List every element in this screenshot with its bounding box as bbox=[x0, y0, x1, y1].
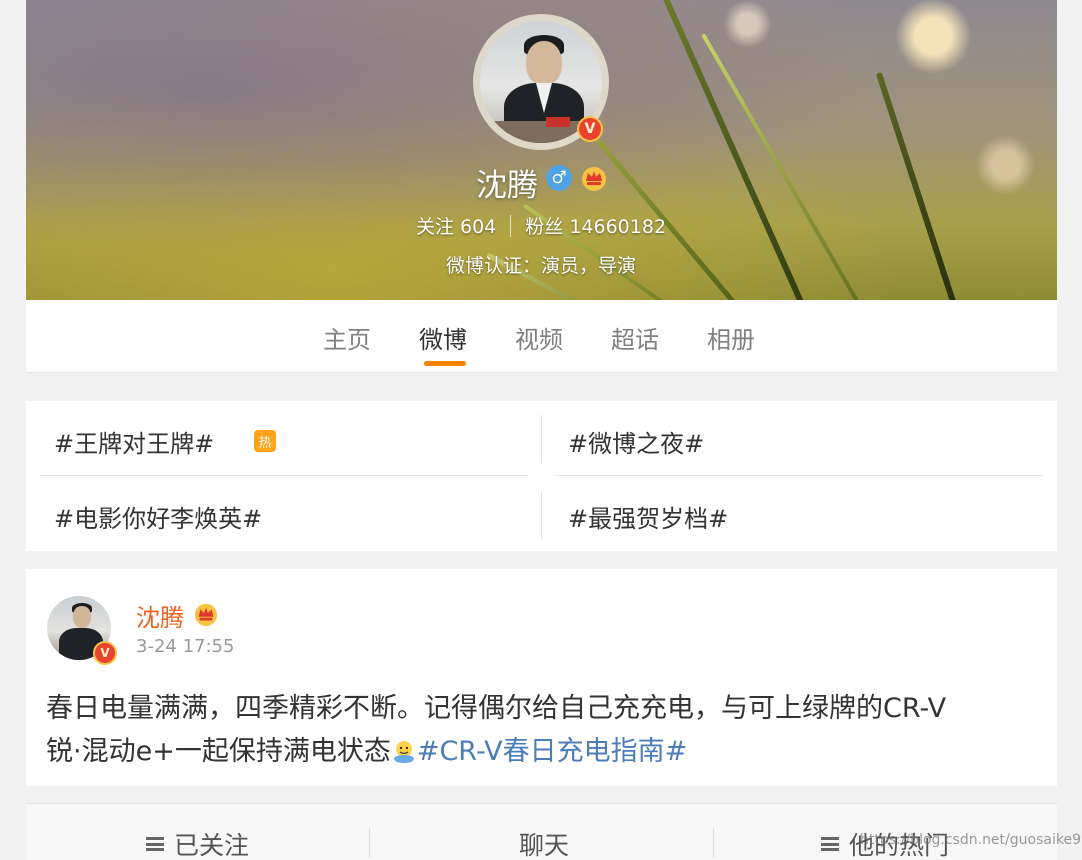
chat-label: 聊天 bbox=[519, 831, 570, 860]
divider bbox=[369, 828, 370, 858]
post-content: 春日电量满满，四季精彩不断。记得偶尔给自己充充电，与可上绿牌的CR-V 锐·混动… bbox=[46, 687, 1046, 773]
tab-video[interactable]: 视频 bbox=[515, 320, 563, 355]
follow-count: 604 bbox=[460, 216, 497, 238]
post-topic-link[interactable]: #CR-V春日充电指南# bbox=[417, 736, 687, 767]
tab-weibo[interactable]: 微博 bbox=[419, 320, 467, 355]
follow-label: 关注 bbox=[415, 216, 454, 238]
topic-grid: #王牌对王牌# 热 #微博之夜# #电影你好李焕英# #最强贺岁档# bbox=[26, 401, 1057, 551]
stats-divider bbox=[510, 215, 512, 237]
profile-tab-bar: 主页 微博 视频 超话 相册 bbox=[26, 300, 1057, 373]
verified-badge-icon: V bbox=[577, 116, 603, 142]
weibo-post-card: 沈腾 3-24 17:55 春日电量满满，四季精彩不断。记得偶尔给自己充充电，与… bbox=[26, 569, 1057, 786]
watermark-text: https://blog.csdn.net/guosaike99 bbox=[860, 832, 1082, 848]
follow-stat[interactable]: 关注 604 bbox=[416, 216, 496, 238]
divider bbox=[713, 828, 714, 858]
followed-button[interactable]: 已关注 bbox=[146, 826, 249, 860]
hug-emoji-icon bbox=[393, 741, 414, 763]
topic-item[interactable]: #王牌对王牌# bbox=[54, 424, 214, 459]
post-author-name[interactable]: 沈腾 bbox=[136, 598, 184, 633]
post-timestamp: 3-24 17:55 bbox=[136, 636, 235, 657]
verified-badge-icon: V bbox=[93, 641, 117, 665]
tab-home[interactable]: 主页 bbox=[323, 320, 371, 355]
divider bbox=[555, 475, 1043, 476]
post-text-line1: 春日电量满满，四季精彩不断。记得偶尔给自己充充电，与可上绿牌的CR-V bbox=[46, 693, 947, 724]
divider bbox=[541, 491, 542, 539]
active-tab-indicator bbox=[424, 361, 466, 366]
topic-item[interactable]: #电影你好李焕英# bbox=[54, 499, 262, 534]
fans-stat[interactable]: 粉丝 14660182 bbox=[525, 216, 666, 238]
crown-member-icon[interactable] bbox=[580, 164, 608, 192]
menu-icon bbox=[821, 837, 839, 851]
post-text-line2: 锐·混动e+一起保持满电状态 bbox=[46, 736, 391, 767]
topic-item[interactable]: #微博之夜# bbox=[568, 424, 704, 459]
followed-label: 已关注 bbox=[174, 831, 250, 860]
profile-name: 沈腾 bbox=[476, 168, 538, 204]
tab-album[interactable]: 相册 bbox=[707, 320, 755, 355]
hot-badge-icon: 热 bbox=[254, 430, 276, 452]
male-gender-icon: ♂ bbox=[546, 165, 572, 191]
verification-text: 微博认证：演员，导演 bbox=[445, 255, 636, 277]
divider bbox=[40, 475, 528, 476]
crown-member-icon[interactable] bbox=[193, 601, 219, 627]
fans-count: 14660182 bbox=[569, 216, 667, 238]
chat-button[interactable]: 聊天 bbox=[519, 826, 569, 860]
menu-icon bbox=[146, 837, 164, 851]
divider bbox=[541, 415, 542, 463]
fans-label: 粉丝 bbox=[525, 216, 564, 238]
profile-stats: 关注 604 粉丝 14660182 bbox=[0, 212, 1082, 239]
tab-super-topic[interactable]: 超话 bbox=[611, 320, 659, 355]
topic-item[interactable]: #最强贺岁档# bbox=[568, 499, 728, 534]
